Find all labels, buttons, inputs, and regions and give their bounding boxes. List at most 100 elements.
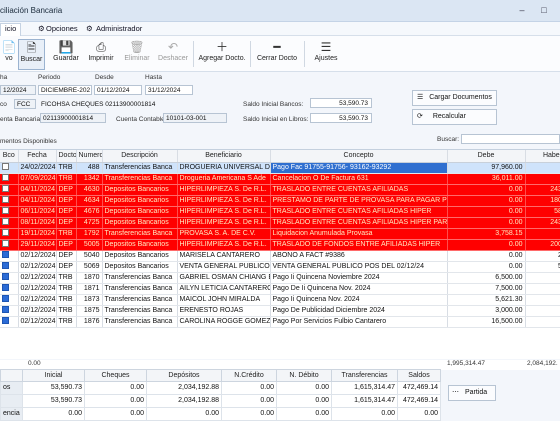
row-checkbox[interactable] [2, 262, 9, 270]
cell-numero[interactable]: 488 [76, 162, 103, 174]
cell-numero[interactable]: 1873 [76, 294, 103, 306]
cell-debe[interactable]: 7,500.00 [447, 283, 526, 295]
row-checkbox-cell[interactable] [0, 283, 19, 295]
cell-fecha[interactable]: 02/12/2024 [18, 272, 57, 284]
cell-fecha[interactable]: 02/12/2024 [18, 283, 57, 295]
maximize-icon[interactable]: □ [538, 4, 550, 16]
save-button[interactable]: 💾 Guardar [50, 39, 82, 70]
cell-numero[interactable]: 5040 [76, 250, 103, 262]
cell-descripcion[interactable]: Depositos Bancarios [102, 206, 178, 218]
cell-descripcion[interactable]: Transferencias Banca [102, 316, 178, 328]
row-checkbox[interactable] [2, 273, 9, 281]
cell-beneficiario[interactable]: PROVASA S. A. DE C.V. [177, 228, 271, 240]
col-fecha[interactable]: Fecha [18, 150, 57, 163]
menu-administrador[interactable]: Administrador [96, 24, 142, 33]
table-row[interactable]: 19/11/2024 TRB 1792 Transferencias Banca PRO… [0, 228, 560, 240]
menu-opciones[interactable]: Opciones [46, 24, 78, 33]
cell-haber[interactable]: 0. [525, 283, 560, 295]
cell-descripcion[interactable]: Depositos Bancarios [102, 184, 178, 196]
cell-debe[interactable]: 16,500.00 [447, 316, 526, 328]
cell-haber[interactable]: 0. [525, 305, 560, 317]
cell-concepto[interactable]: Pago De Ii Quincena Nov. 2024 [270, 283, 448, 295]
cell-concepto[interactable]: TRASLADO DE FONDOS ENTRE AFILIADAS HIPER [270, 239, 448, 251]
cell-beneficiario[interactable]: CAROLINA ROGGE GOMEZ [177, 316, 271, 328]
cell-fecha[interactable]: 29/11/2024 [18, 239, 57, 251]
cell-numero[interactable]: 1870 [76, 272, 103, 284]
cell-concepto[interactable]: Pago Fac 91755-91756- 93162-93292 [270, 162, 448, 174]
cell-docto[interactable]: DEP [56, 184, 77, 196]
row-checkbox[interactable] [2, 218, 9, 226]
cell-numero[interactable]: 1876 [76, 316, 103, 328]
recalcular-button[interactable]: ⟳ Recalcular [412, 109, 497, 125]
cell-fecha[interactable]: 06/11/2024 [18, 206, 57, 218]
cell-numero[interactable]: 5005 [76, 239, 103, 251]
cell-haber[interactable]: 0. [525, 173, 560, 185]
cell-haber[interactable]: 0. [525, 228, 560, 240]
cell-concepto[interactable]: Pago Ii Quincena Nov. 2024 [270, 294, 448, 306]
cell-docto[interactable]: TRB [56, 294, 77, 306]
cell-concepto[interactable]: TRASLADO ENTRE CUENTAS AFILIADAS HIPER P… [270, 217, 448, 229]
new-button[interactable]: 📄 vo [0, 39, 18, 70]
saldo-libros-field[interactable]: 53,590.73 [310, 113, 372, 123]
cell-concepto[interactable]: Pago Por Servicios Fulbio Cantarero [270, 316, 448, 328]
search-button[interactable]: 🗎 Buscar [18, 39, 45, 70]
cell-docto[interactable]: TRB [56, 272, 77, 284]
cell-concepto[interactable]: TRASLADO ENTRE CUENTAS AFILIADAS [270, 184, 448, 196]
cell-debe[interactable]: 36,011.00 [447, 173, 526, 185]
cell-fecha[interactable]: 08/11/2024 [18, 217, 57, 229]
cell-numero[interactable]: 4676 [76, 206, 103, 218]
cell-concepto[interactable]: Pago Ii Quincena Noviembre 2024 [270, 272, 448, 284]
cell-concepto[interactable]: Pago De Publicidad Diciembre 2024 [270, 305, 448, 317]
cell-beneficiario[interactable]: HIPERLIMPIEZA S. De R.L. [177, 184, 271, 196]
fecha-field[interactable]: 12/2024 [0, 85, 36, 95]
undo-button[interactable]: ↶ Deshacer [155, 39, 191, 70]
cell-haber[interactable]: 0. [525, 316, 560, 328]
cell-docto[interactable]: TRB [56, 316, 77, 328]
cell-haber[interactable]: 243,000. [525, 184, 560, 196]
cell-beneficiario[interactable]: VENTA GENERAL PUBLICO [177, 261, 271, 273]
partida-button[interactable]: ⋯ Partida [448, 385, 496, 401]
row-checkbox[interactable] [2, 174, 9, 182]
table-row[interactable]: 24/02/2024 TRB 488 Transferencias Banca DROG… [0, 162, 560, 174]
cell-fecha[interactable]: 04/11/2024 [18, 195, 57, 207]
saldo-bancos-field[interactable]: 53,590.73 [310, 98, 372, 108]
cell-descripcion[interactable]: Depositos Bancarios [102, 239, 178, 251]
row-checkbox-cell[interactable] [0, 272, 19, 284]
table-row[interactable]: 07/09/2024 TRB 1342 Transferencias Banca Dro… [0, 173, 560, 185]
cell-beneficiario[interactable]: HIPERLIMPIEZA S. De R.L. [177, 206, 271, 218]
cuenta-bancaria-field[interactable]: 02113900001814 [40, 113, 106, 123]
cell-haber[interactable]: 180,000. [525, 195, 560, 207]
row-checkbox[interactable] [2, 284, 9, 292]
cell-descripcion[interactable]: Transferencias Banca [102, 173, 178, 185]
row-checkbox[interactable] [2, 185, 9, 193]
cell-docto[interactable]: TRB [56, 228, 77, 240]
cell-descripcion[interactable]: Transferencias Banca [102, 283, 178, 295]
table-row[interactable]: 04/11/2024 DEP 4630 Depositos Bancarios HIPE… [0, 184, 560, 196]
row-checkbox-cell[interactable] [0, 239, 19, 251]
cell-beneficiario[interactable]: ERENESTO ROJAS [177, 305, 271, 317]
row-checkbox[interactable] [2, 251, 9, 259]
cell-docto[interactable]: TRB [56, 305, 77, 317]
cell-fecha[interactable]: 19/11/2024 [18, 228, 57, 240]
cell-debe[interactable]: 0.00 [447, 195, 526, 207]
cell-beneficiario[interactable]: HIPERLIMPIEZA S. De R.L. [177, 195, 271, 207]
cell-docto[interactable]: DEP [56, 195, 77, 207]
cell-descripcion[interactable]: Transferencias Banca [102, 272, 178, 284]
col-concepto[interactable]: Concepto [270, 150, 448, 163]
cell-debe[interactable]: 0.00 [447, 239, 526, 251]
cargar-documentos-button[interactable]: ☰ Cargar Documentos [412, 90, 497, 106]
delete-button[interactable]: 🗑 Eliminar [120, 39, 154, 70]
cell-debe[interactable]: 0.00 [447, 261, 526, 273]
print-button[interactable]: ⎙ Imprimir [84, 39, 118, 70]
cell-concepto[interactable]: TRASLADO ENTRE CUENTAS AFILIADAS HIPER [270, 206, 448, 218]
cell-descripcion[interactable]: Transferencias Banca [102, 294, 178, 306]
cell-haber[interactable]: 2,000. [525, 250, 560, 262]
cell-docto[interactable]: DEP [56, 239, 77, 251]
row-checkbox[interactable] [2, 163, 9, 171]
row-checkbox-cell[interactable] [0, 294, 19, 306]
col-bco[interactable]: Bco [0, 150, 19, 163]
cell-haber[interactable]: 243,000. [525, 217, 560, 229]
cell-numero[interactable]: 1342 [76, 173, 103, 185]
cell-numero[interactable]: 1871 [76, 283, 103, 295]
row-checkbox-cell[interactable] [0, 206, 19, 218]
